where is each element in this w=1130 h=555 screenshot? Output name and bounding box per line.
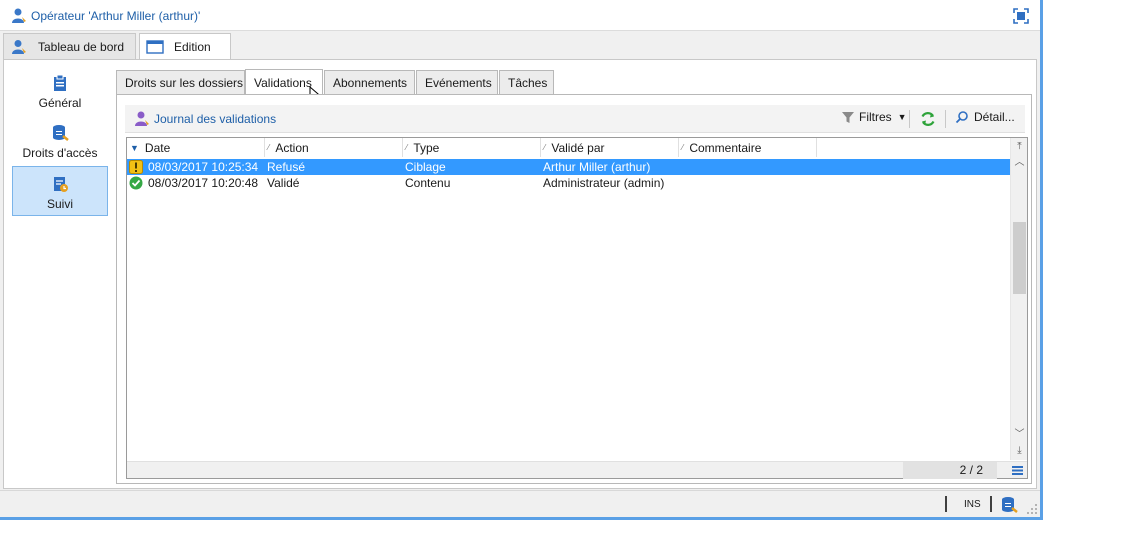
nav-label: Suivi [46, 197, 73, 211]
status-separator [990, 496, 992, 512]
top-tab-strip: Tableau de bord Edition [0, 33, 1040, 60]
tab-label: Validations [254, 75, 312, 90]
insert-mode-indicator: INS [964, 499, 981, 510]
filters-label: Filtres [859, 110, 892, 124]
refresh-icon[interactable] [919, 110, 937, 128]
tab-label: Tâches [508, 75, 548, 90]
operator-icon [135, 111, 149, 126]
tab-label: Abonnements [333, 75, 408, 90]
vertical-scrollbar[interactable]: ⤒ ︿ ﹀ ⤓ [1010, 138, 1027, 460]
database-key-icon [53, 125, 69, 141]
tab-taches[interactable]: Tâches [499, 70, 554, 94]
record-count: 2 / 2 [903, 462, 997, 479]
nav-item-general[interactable]: Général [12, 66, 108, 116]
toolbar-separator [945, 110, 946, 128]
chevron-down-icon[interactable]: ▼ [898, 112, 907, 122]
filter-icon [842, 112, 854, 123]
warning-icon [129, 160, 143, 174]
nav-label: Droits d'accès [22, 146, 98, 160]
window-title: Opérateur 'Arthur Miller (arthur)' [31, 9, 219, 23]
title-bar: Opérateur 'Arthur Miller (arthur)' [0, 0, 1040, 31]
grid-header: ▼ Date ⁄ Action ⁄ Type ⁄ Validé par ⁄ Co… [127, 138, 1011, 157]
date-cell: 08/03/2017 10:25:34 [129, 159, 258, 175]
action-cell: Refusé [267, 160, 306, 174]
detail-label: Détail... [974, 110, 1015, 124]
toolbar-separator [909, 110, 910, 128]
detail-button[interactable]: Détail... [955, 110, 1015, 124]
search-icon [955, 111, 968, 124]
validated-by-cell: Arthur Miller (arthur) [543, 160, 651, 174]
clipboard-icon [54, 74, 66, 91]
column-label: Validé par [551, 140, 605, 155]
resize-grip-icon[interactable] [1026, 503, 1038, 515]
validations-grid: ▼ Date ⁄ Action ⁄ Type ⁄ Validé par ⁄ Co… [126, 137, 1028, 479]
tab-label: Evénements [425, 75, 492, 90]
column-header-commentaire[interactable]: ⁄ Commentaire [679, 138, 817, 157]
validations-panel: Journal des validations Filtres ▼ Détail… [116, 94, 1032, 484]
grid-footer: 2 / 2 [127, 461, 1027, 479]
tab-label: Droits sur les dossiers [125, 75, 244, 90]
tab-edition[interactable]: Edition [139, 33, 231, 60]
column-label: Date [144, 140, 171, 155]
tab-label: Edition [174, 40, 211, 54]
tracking-icon [54, 177, 68, 192]
table-row[interactable]: 08/03/2017 10:25:34 Refusé Ciblage Arthu… [127, 159, 1011, 175]
sort-icon: ⁄ [682, 143, 684, 152]
status-bar: INS [0, 490, 1040, 517]
operator-icon [12, 39, 26, 54]
sort-icon: ⁄ [406, 143, 408, 152]
type-cell: Contenu [405, 176, 451, 190]
nav-item-suivi[interactable]: Suivi [12, 166, 108, 216]
edition-panel: Général Droits d'accès Suivi Droits sur … [3, 59, 1037, 489]
operator-window: Opérateur 'Arthur Miller (arthur)' Table… [0, 0, 1043, 520]
operator-icon [12, 8, 26, 23]
column-header-valide-par[interactable]: ⁄ Validé par [541, 138, 679, 157]
scrollbar-thumb[interactable] [1013, 222, 1026, 294]
table-row[interactable]: 08/03/2017 10:20:48 Validé Contenu Admin… [127, 175, 1011, 191]
scroll-up-icon[interactable]: ︿ [1011, 156, 1028, 170]
list-menu-icon[interactable] [1011, 464, 1024, 477]
tab-droits-dossiers[interactable]: Droits sur les dossiers [116, 70, 245, 94]
column-header-action[interactable]: ⁄ Action [265, 138, 403, 157]
form-icon [146, 40, 164, 54]
sort-icon: ⁄ [544, 143, 546, 152]
column-header-type[interactable]: ⁄ Type [403, 138, 541, 157]
check-icon [129, 176, 143, 190]
date-cell: 08/03/2017 10:20:48 [129, 175, 258, 191]
nav-label: Général [38, 96, 82, 110]
journal-validations-link[interactable]: Journal des validations [133, 110, 276, 128]
action-cell: Validé [267, 176, 300, 190]
status-separator [945, 496, 947, 512]
tab-abonnements[interactable]: Abonnements [324, 70, 415, 94]
filters-button[interactable]: Filtres ▼ [841, 110, 907, 124]
tab-evenements[interactable]: Evénements [416, 70, 498, 94]
type-cell: Ciblage [405, 160, 446, 174]
scroll-bottom-icon[interactable]: ⤓ [1011, 444, 1028, 458]
tab-tableau-de-bord[interactable]: Tableau de bord [3, 33, 136, 59]
column-label: Type [413, 140, 440, 155]
sort-desc-icon: ▼ [130, 142, 139, 153]
column-label: Action [275, 140, 309, 155]
validated-by-cell: Administrateur (admin) [543, 176, 665, 190]
database-icon [1002, 497, 1018, 513]
journal-label: Journal des validations [154, 112, 277, 126]
tab-label: Tableau de bord [38, 39, 125, 54]
scroll-top-icon[interactable]: ⤒ [1011, 140, 1028, 154]
sort-icon: ⁄ [268, 143, 270, 152]
nav-item-droits-acces[interactable]: Droits d'accès [12, 116, 108, 166]
column-header-date[interactable]: ▼ Date [127, 138, 265, 157]
scroll-down-icon[interactable]: ﹀ [1011, 428, 1028, 442]
maximize-icon[interactable] [1012, 7, 1030, 25]
column-label: Commentaire [689, 140, 762, 155]
toolbar: Journal des validations Filtres ▼ Détail… [125, 105, 1025, 133]
